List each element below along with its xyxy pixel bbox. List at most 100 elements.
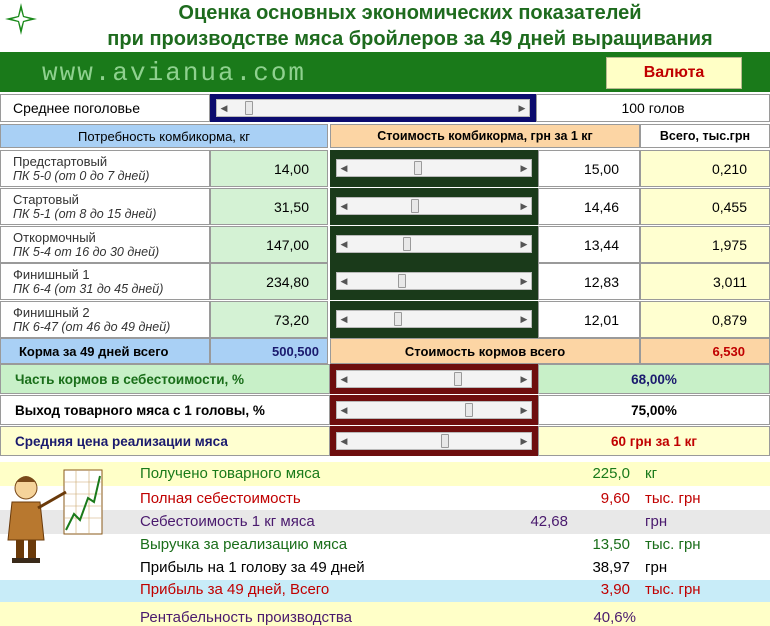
- slider-thumb[interactable]: [403, 237, 411, 251]
- feed-total: 0,455: [640, 188, 770, 225]
- param-label: Средняя цена реализации мяса: [0, 426, 330, 456]
- arrow-left-icon[interactable]: ◀: [337, 198, 351, 214]
- feed-label: Финишный 2 ПК 6-47 (от 46 до 49 дней): [0, 301, 210, 338]
- result-value: 13,50: [592, 536, 630, 553]
- feed-sub: ПК 5-0 (от 0 до 7 дней): [13, 168, 150, 183]
- slider-thumb[interactable]: [454, 372, 462, 386]
- param-slider[interactable]: ◀ ▶: [336, 401, 532, 419]
- herd-slider[interactable]: ◀ ▶: [216, 99, 530, 117]
- header-need: Потребность комбикорма, кг: [0, 124, 328, 148]
- slider-thumb[interactable]: [441, 434, 449, 448]
- cost-total-value: 6,530: [640, 338, 770, 364]
- feed-total-label: Корма за 49 дней всего: [0, 338, 210, 364]
- arrow-right-icon[interactable]: ▶: [515, 100, 529, 116]
- feed-total: 0,879: [640, 301, 770, 338]
- arrow-right-icon[interactable]: ▶: [517, 371, 531, 387]
- feed-total: 1,975: [640, 226, 770, 263]
- arrow-right-icon[interactable]: ▶: [517, 311, 531, 327]
- result-label: Получено товарного мяса: [140, 465, 321, 482]
- feed-label: Финишный 1 ПК 6-4 (от 31 до 45 дней): [0, 263, 210, 300]
- result-value: 9,60: [600, 490, 630, 507]
- feed-total: 0,210: [640, 150, 770, 187]
- feed-sub: ПК 5-1 (от 8 до 15 дней): [13, 206, 157, 221]
- cost-total-label: Стоимость кормов всего: [330, 338, 640, 364]
- result-unit: тыс. грн: [645, 581, 701, 598]
- arrow-left-icon[interactable]: ◀: [337, 236, 351, 252]
- feed-sub: ПК 6-4 (от 31 до 45 дней): [13, 281, 164, 296]
- arrow-right-icon[interactable]: ▶: [517, 198, 531, 214]
- feed-price: 14,46: [538, 188, 640, 225]
- arrow-left-icon[interactable]: ◀: [337, 433, 351, 449]
- result-label: Полная себестоимость: [140, 490, 301, 507]
- slider-thumb[interactable]: [465, 403, 473, 417]
- feed-price: 13,44: [538, 226, 640, 263]
- herd-label: Среднее поголовье: [0, 94, 210, 122]
- result-unit: тыс. грн: [645, 536, 701, 553]
- feed-name: Предстартовый: [13, 153, 108, 169]
- arrow-left-icon[interactable]: ◀: [337, 273, 351, 289]
- arrow-left-icon[interactable]: ◀: [337, 371, 351, 387]
- result-label: Прибыль за 49 дней, Всего: [140, 581, 330, 598]
- feed-qty: 234,80: [210, 263, 328, 300]
- param-label: Выход товарного мяса с 1 головы, %: [0, 395, 330, 425]
- feed-name: Откормочный: [13, 229, 96, 245]
- feed-price: 12,01: [538, 301, 640, 338]
- slider-thumb[interactable]: [245, 101, 253, 115]
- feed-qty: 31,50: [210, 188, 328, 225]
- feed-sub: ПК 5-4 от 16 до 30 дней): [13, 244, 160, 259]
- currency-button[interactable]: Валюта: [606, 57, 742, 89]
- param-label: Часть кормов в себестоимости, %: [0, 364, 330, 394]
- feed-price-slider[interactable]: ◀ ▶: [336, 272, 532, 290]
- header-cost: Стоимость комбикорма, грн за 1 кг: [330, 124, 640, 148]
- param-value: 75,00%: [538, 395, 770, 425]
- title-line-2: при производстве мяса бройлеров за 49 дн…: [107, 28, 713, 50]
- feed-name: Финишный 1: [13, 266, 90, 282]
- arrow-right-icon[interactable]: ▶: [517, 402, 531, 418]
- feed-price-slider[interactable]: ◀ ▶: [336, 235, 532, 253]
- result-value: 3,90: [600, 581, 630, 598]
- site-url: www.avianua.com: [42, 58, 307, 88]
- result-label: Себестоимость 1 кг мяса: [140, 513, 315, 530]
- arrow-right-icon[interactable]: ▶: [517, 273, 531, 289]
- arrow-left-icon[interactable]: ◀: [337, 160, 351, 176]
- feed-qty: 73,20: [210, 301, 328, 338]
- feed-total: 3,011: [640, 263, 770, 300]
- header-total: Всего, тыс.грн: [640, 124, 770, 148]
- feed-qty: 14,00: [210, 150, 328, 187]
- arrow-left-icon[interactable]: ◀: [337, 402, 351, 418]
- result-unit: тыс. грн: [645, 490, 701, 507]
- title-line-1: Оценка основных экономических показателе…: [178, 2, 642, 24]
- title-area: Оценка основных экономических показателе…: [0, 0, 770, 52]
- arrow-right-icon[interactable]: ▶: [517, 160, 531, 176]
- arrow-right-icon[interactable]: ▶: [517, 433, 531, 449]
- feed-price-slider[interactable]: ◀ ▶: [336, 197, 532, 215]
- feed-price-slider[interactable]: ◀ ▶: [336, 159, 532, 177]
- slider-thumb[interactable]: [394, 312, 402, 326]
- feed-label: Откормочный ПК 5-4 от 16 до 30 дней): [0, 226, 210, 263]
- feed-name: Стартовый: [13, 191, 79, 207]
- slider-thumb[interactable]: [411, 199, 419, 213]
- result-unit: грн: [645, 513, 668, 530]
- feed-price: 15,00: [538, 150, 640, 187]
- arrow-right-icon[interactable]: ▶: [517, 236, 531, 252]
- compass-star-icon: [5, 3, 37, 35]
- result-value: 40,6%: [593, 609, 636, 626]
- feed-price: 12,83: [538, 263, 640, 300]
- result-value: 225,0: [592, 465, 630, 482]
- result-label: Выручка за реализацию мяса: [140, 536, 348, 553]
- result-unit: кг: [645, 465, 658, 482]
- feed-label: Предстартовый ПК 5-0 (от 0 до 7 дней): [0, 150, 210, 187]
- feed-sub: ПК 6-47 (от 46 до 49 дней): [13, 319, 171, 334]
- result-value: 38,97: [592, 559, 630, 576]
- feed-label: Стартовый ПК 5-1 (от 8 до 15 дней): [0, 188, 210, 225]
- result-value: 42,68: [530, 513, 568, 530]
- arrow-left-icon[interactable]: ◀: [217, 100, 231, 116]
- param-slider[interactable]: ◀ ▶: [336, 432, 532, 450]
- businessman-chart-icon: [7, 469, 103, 563]
- param-slider[interactable]: ◀ ▶: [336, 370, 532, 388]
- slider-thumb[interactable]: [398, 274, 406, 288]
- arrow-left-icon[interactable]: ◀: [337, 311, 351, 327]
- feed-price-slider[interactable]: ◀ ▶: [336, 310, 532, 328]
- slider-thumb[interactable]: [414, 161, 422, 175]
- result-label: Прибыль на 1 голову за 49 дней: [140, 559, 365, 576]
